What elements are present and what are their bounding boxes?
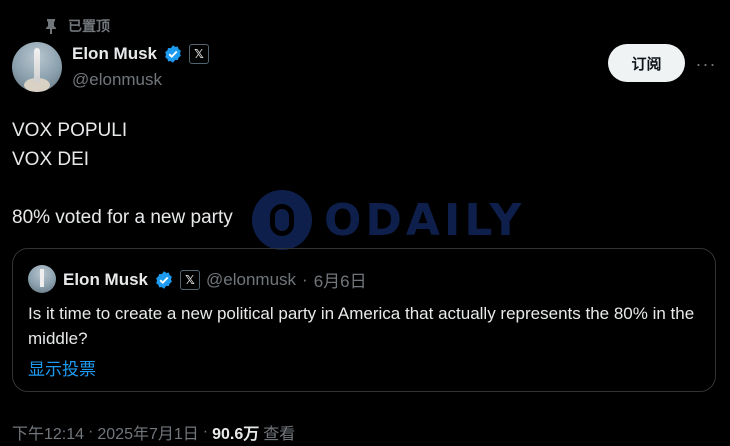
subscribe-button[interactable]: 订阅 [608, 44, 685, 82]
separator-dot: · [88, 423, 94, 440]
tweet-date[interactable]: 2025年7月1日 [97, 420, 198, 444]
watermark: ODAILY [252, 190, 525, 250]
affiliate-badge-icon[interactable]: 𝕏 [189, 44, 210, 64]
pin-icon [46, 19, 56, 34]
avatar[interactable] [12, 42, 62, 92]
quoted-tweet-card[interactable]: Elon Musk 𝕏 @elonmusk · 6月6日 Is it time … [12, 248, 716, 392]
pinned-label: 已置顶 [68, 18, 110, 34]
author-handle[interactable]: @elonmusk [72, 70, 162, 90]
verified-badge-icon[interactable] [163, 44, 183, 64]
author-name[interactable]: Elon Musk [72, 44, 157, 64]
quoted-header: Elon Musk 𝕏 @elonmusk · 6月6日 [63, 267, 367, 292]
more-options-icon[interactable]: ··· [694, 52, 718, 76]
affiliate-badge-icon[interactable]: 𝕏 [180, 269, 201, 290]
watermark-text: ODAILY [324, 194, 526, 246]
tweet-meta: 下午12:14 · 2025年7月1日 · 90.6万 查看 [12, 420, 295, 444]
pinned-indicator: 已置顶 [44, 16, 110, 36]
tweet-text: VOX POPULI VOX DEI 80% voted for a new p… [12, 116, 233, 232]
views-count: 90.6万 [212, 426, 260, 443]
tweet-line [12, 174, 233, 203]
tweet-line: VOX DEI [12, 149, 90, 170]
separator-dot: · [302, 269, 308, 289]
author-name-row: Elon Musk 𝕏 [72, 44, 210, 64]
show-poll-link[interactable]: 显示投票 [28, 355, 96, 380]
views-label: 查看 [263, 426, 296, 443]
tweet-time[interactable]: 下午12:14 [12, 420, 84, 444]
quoted-date[interactable]: 6月6日 [314, 267, 367, 292]
quoted-tweet-text: Is it time to create a new political par… [28, 304, 695, 348]
separator-dot: · [202, 423, 209, 440]
verified-badge-icon[interactable] [154, 270, 174, 290]
quoted-author-handle[interactable]: @elonmusk [206, 270, 296, 290]
quoted-avatar[interactable] [28, 265, 56, 293]
watermark-logo-icon [252, 190, 312, 250]
tweet-line: VOX POPULI [12, 120, 128, 141]
tweet-line: 80% voted for a new party [12, 207, 233, 228]
quoted-author-name[interactable]: Elon Musk [63, 270, 148, 290]
